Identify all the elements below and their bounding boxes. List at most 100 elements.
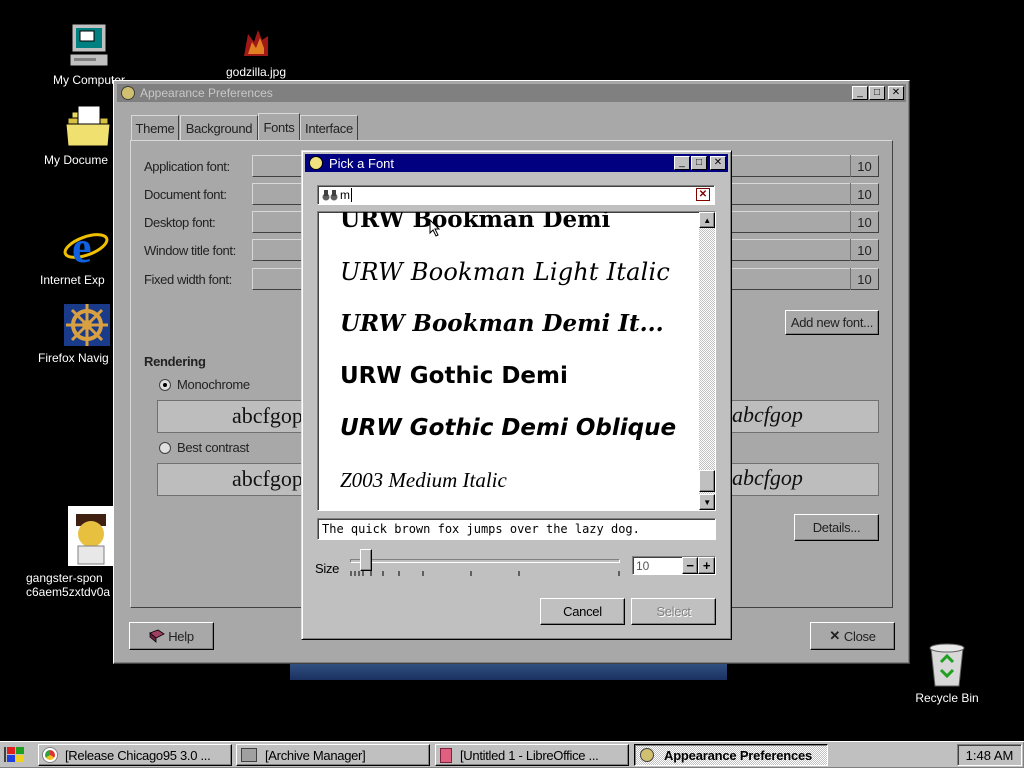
font-search-field[interactable]: m ✕ (317, 185, 715, 205)
taskbar-task-appearance-preferences[interactable]: Appearance Preferences (634, 744, 828, 766)
scroll-up-button[interactable]: ▲ (699, 212, 715, 228)
best-contrast-radio[interactable] (159, 442, 171, 454)
details-button[interactable]: Details... (794, 514, 879, 541)
svg-text:e: e (72, 223, 92, 270)
monochrome-preview-right-text: abcfgop (732, 402, 803, 427)
select-label: Select (656, 604, 691, 619)
application-font-size[interactable]: 10 (850, 155, 878, 177)
task-label: [Archive Manager] (265, 747, 366, 763)
desktop-font-button[interactable] (252, 211, 304, 233)
desktop-font-label: Desktop font: (144, 215, 216, 230)
size-label: Size (315, 561, 340, 576)
tab-label: Fonts (263, 120, 295, 135)
desktop-icon-godzilla[interactable]: godzilla.jpg (214, 26, 298, 79)
size-increase-button[interactable]: + (698, 557, 715, 574)
cancel-label: Cancel (563, 604, 602, 619)
image-file-icon (68, 506, 114, 566)
computer-icon (69, 23, 109, 67)
close-window-button[interactable]: ✕ Close (810, 622, 895, 650)
task-label: [Release Chicago95 3.0 ... (65, 747, 211, 763)
desktop-icon-my-computer[interactable]: My Computer (46, 22, 132, 87)
folder-icon (65, 105, 111, 147)
document-font-size[interactable]: 10 (850, 183, 878, 205)
taskbar-clock: 1:48 AM (957, 744, 1022, 766)
libreoffice-icon (440, 747, 452, 763)
scroll-thumb[interactable] (699, 470, 715, 492)
clear-search-icon[interactable]: ✕ (696, 188, 710, 201)
dialog-close-button[interactable]: ✕ (710, 156, 726, 170)
details-label: Details... (812, 520, 861, 535)
application-font-button[interactable] (252, 155, 304, 177)
best-contrast-preview-right-text: abcfgop (732, 465, 803, 490)
radio-dot (163, 383, 167, 387)
taskbar-task-archive-manager[interactable]: [Archive Manager] (236, 744, 430, 766)
help-label: Help (168, 628, 194, 644)
font-list-item[interactable]: URW Gothic Demi (340, 363, 568, 389)
desktop-font-size[interactable]: 10 (850, 211, 878, 233)
close-button[interactable]: ✕ (888, 86, 904, 100)
start-button[interactable] (1, 744, 31, 766)
desktop-icon-firefox[interactable]: Firefox Navig (38, 302, 120, 365)
document-font-button[interactable] (252, 183, 304, 205)
tab-interface[interactable]: Interface (300, 115, 358, 140)
tab-background[interactable]: Background (180, 115, 258, 140)
maximize-button[interactable]: □ (869, 86, 885, 100)
size-slider-thumb[interactable] (360, 549, 372, 571)
size-slider-track[interactable] (350, 559, 620, 563)
document-font-label: Document font: (144, 187, 227, 202)
font-list-item[interactable]: URW Bookman Light Italic (340, 258, 670, 286)
desktop-icon-recycle-bin[interactable]: Recycle Bin (906, 640, 988, 705)
font-list-item[interactable]: URW Bookman Demi It... (340, 310, 664, 337)
font-list-item[interactable]: Z003 Medium Italic (340, 468, 507, 493)
close-x-icon: ✕ (829, 628, 840, 643)
dialog-title: Pick a Font (329, 155, 395, 171)
select-button[interactable]: Select (631, 598, 716, 625)
chrome-icon (43, 748, 57, 762)
tab-fonts[interactable]: Fonts (258, 113, 300, 141)
firefox-navigator-icon (64, 304, 110, 346)
desktop-icon-label: Firefox Navig (38, 351, 109, 365)
pick-a-font-dialog: Pick a Font _ □ ✕ m ✕ URW Bookman Demi U… (301, 150, 732, 640)
scroll-down-button[interactable]: ▼ (699, 494, 715, 510)
font-list[interactable]: URW Bookman Demi URW Bookman Light Itali… (317, 211, 716, 511)
image-file-icon (244, 30, 268, 56)
tab-theme[interactable]: Theme (131, 115, 179, 140)
add-new-font-button[interactable]: Add new font... (785, 310, 879, 335)
help-book-icon (149, 629, 166, 643)
dialog-minimize-button[interactable]: _ (674, 156, 690, 170)
font-list-item[interactable]: URW Bookman Demi (340, 212, 610, 233)
help-button[interactable]: Help (129, 622, 214, 650)
desktop-icon-label: Internet Exp (40, 273, 105, 287)
monochrome-label: Monochrome (177, 377, 250, 392)
mouse-cursor-icon (429, 219, 441, 237)
best-contrast-preview-left-text: abcfgop (232, 466, 303, 491)
dialog-maximize-button[interactable]: □ (691, 156, 707, 170)
font-list-item[interactable]: URW Gothic Demi Oblique (340, 415, 676, 441)
clock-time: 1:48 AM (965, 747, 1014, 763)
taskbar-task-chrome[interactable]: [Release Chicago95 3.0 ... (38, 744, 232, 766)
fixed-width-font-size[interactable]: 10 (850, 268, 878, 290)
size-value: 10 (636, 558, 650, 573)
desktop-icon-gangster[interactable]: gangster-spon c6aem5zxtdv0a (26, 504, 116, 599)
binoculars-icon (322, 190, 338, 201)
font-preview-field[interactable]: The quick brown fox jumps over the lazy … (317, 518, 716, 540)
dialog-titlebar[interactable]: Pick a Font _ □ ✕ (305, 154, 728, 172)
desktop-icon-internet-explorer[interactable]: e Internet Exp (40, 222, 120, 287)
wallpaper-strip (290, 664, 727, 680)
cancel-button[interactable]: Cancel (540, 598, 625, 625)
taskbar-task-libreoffice[interactable]: [Untitled 1 - LibreOffice ... (435, 744, 629, 766)
minimize-button[interactable]: _ (852, 86, 868, 100)
task-label: [Untitled 1 - LibreOffice ... (460, 747, 599, 763)
fixed-width-font-button[interactable] (252, 268, 304, 290)
tab-label: Interface (305, 120, 353, 136)
window-title-font-size[interactable]: 10 (850, 239, 878, 261)
tab-label: Theme (135, 120, 175, 136)
window-title-font-button[interactable] (252, 239, 304, 261)
archive-manager-icon (241, 748, 257, 762)
window-titlebar[interactable]: Appearance Preferences _ □ ✕ (117, 84, 906, 102)
monochrome-radio[interactable] (159, 379, 171, 391)
appearance-icon (121, 86, 135, 100)
font-list-scrollbar[interactable]: ▲ ▼ (699, 212, 715, 510)
desktop-icon-my-documents[interactable]: My Docume (44, 104, 124, 167)
size-decrease-button[interactable]: − (682, 557, 698, 574)
